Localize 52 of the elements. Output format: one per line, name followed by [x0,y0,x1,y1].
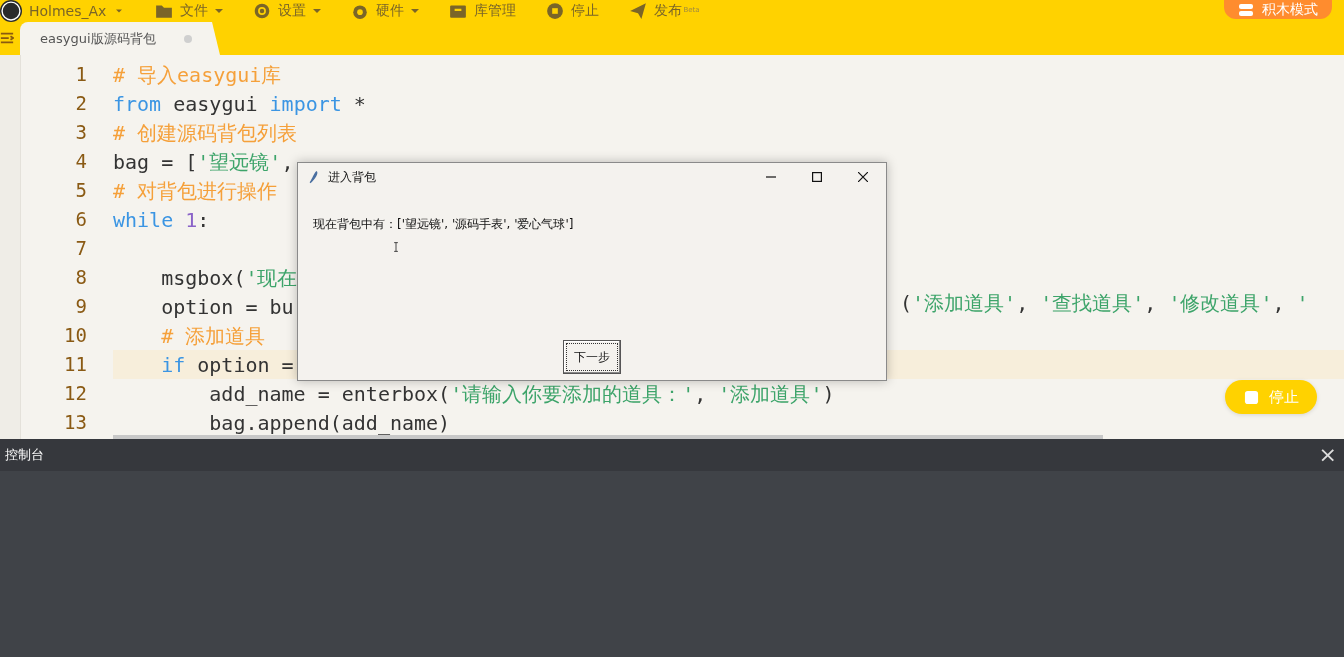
code-text: if option = [160,353,294,376]
code-text: # 对背包进行操作 [113,179,278,202]
menu-item[interactable]: 库管理 [474,2,517,20]
code-text: bag.append(add_name) [208,411,451,434]
line-number: 1 [74,64,87,85]
code-text: option = bu [160,295,294,318]
line-number: 13 [63,412,87,433]
line-number: 12 [63,383,87,404]
code-text: # 导入easygui库 [113,63,282,86]
code-text: ('添加道具', '查找道具', '修改道具', ' [900,292,1309,314]
line-number: 3 [74,122,87,143]
next-button[interactable]: 下一步 [563,340,621,374]
line-number: 10 [63,325,87,346]
line-number: 9 [74,296,87,317]
close-icon [858,172,868,182]
maximize-icon [812,172,822,182]
stop-icon [1243,389,1259,405]
menu-item[interactable]: 停止 [571,2,600,20]
user-name[interactable]: Holmes_Ax [29,3,107,19]
dialog-message: 现在背包中有：['望远镜', '源码手表', '爱心气球'] [313,216,575,233]
tab-title: easygui版源码背包 [40,29,156,48]
menu-icon [0,31,14,45]
code-text: add_name = enterbox('请输入你要添加的道具：', '添加道具') [208,382,835,405]
gear-icon [253,2,272,20]
console-title: 控制台 [5,446,44,464]
line-number: 11 [63,354,87,375]
send-icon [629,2,648,20]
scrollbar[interactable] [113,435,1103,439]
code-text: # 创建源码背包列表 [113,121,298,144]
avatar-icon [0,0,22,22]
file-tab[interactable]: easygui版源码背包 [20,22,220,55]
block-mode-button[interactable]: 积木模式 [1224,0,1332,19]
code-text: while 1: [113,208,210,231]
menu-item[interactable]: 设置 [278,2,307,20]
blocks-icon [1238,1,1254,18]
menu-item[interactable]: 硬件 [376,2,405,20]
line-number: 6 [74,209,87,230]
code-text: # 添加道具 [160,324,266,347]
text-cursor-icon [391,239,401,255]
line-number: 4 [74,151,87,172]
line-number: 2 [74,93,87,114]
close-button[interactable]: × [1316,444,1339,466]
line-number: 8 [74,267,87,288]
code-text: msgbox('现在 [160,266,298,289]
folder-icon [155,2,174,20]
code-text: bag = ['望远镜', [113,150,294,173]
code-text: from easygui import * [113,92,366,115]
menu-item[interactable]: 文件 [180,2,209,20]
menu-item[interactable]: 发布 [654,2,683,20]
line-number: 7 [74,238,87,259]
line-number: 5 [74,180,87,201]
dialog-title: 进入背包 [328,168,376,186]
